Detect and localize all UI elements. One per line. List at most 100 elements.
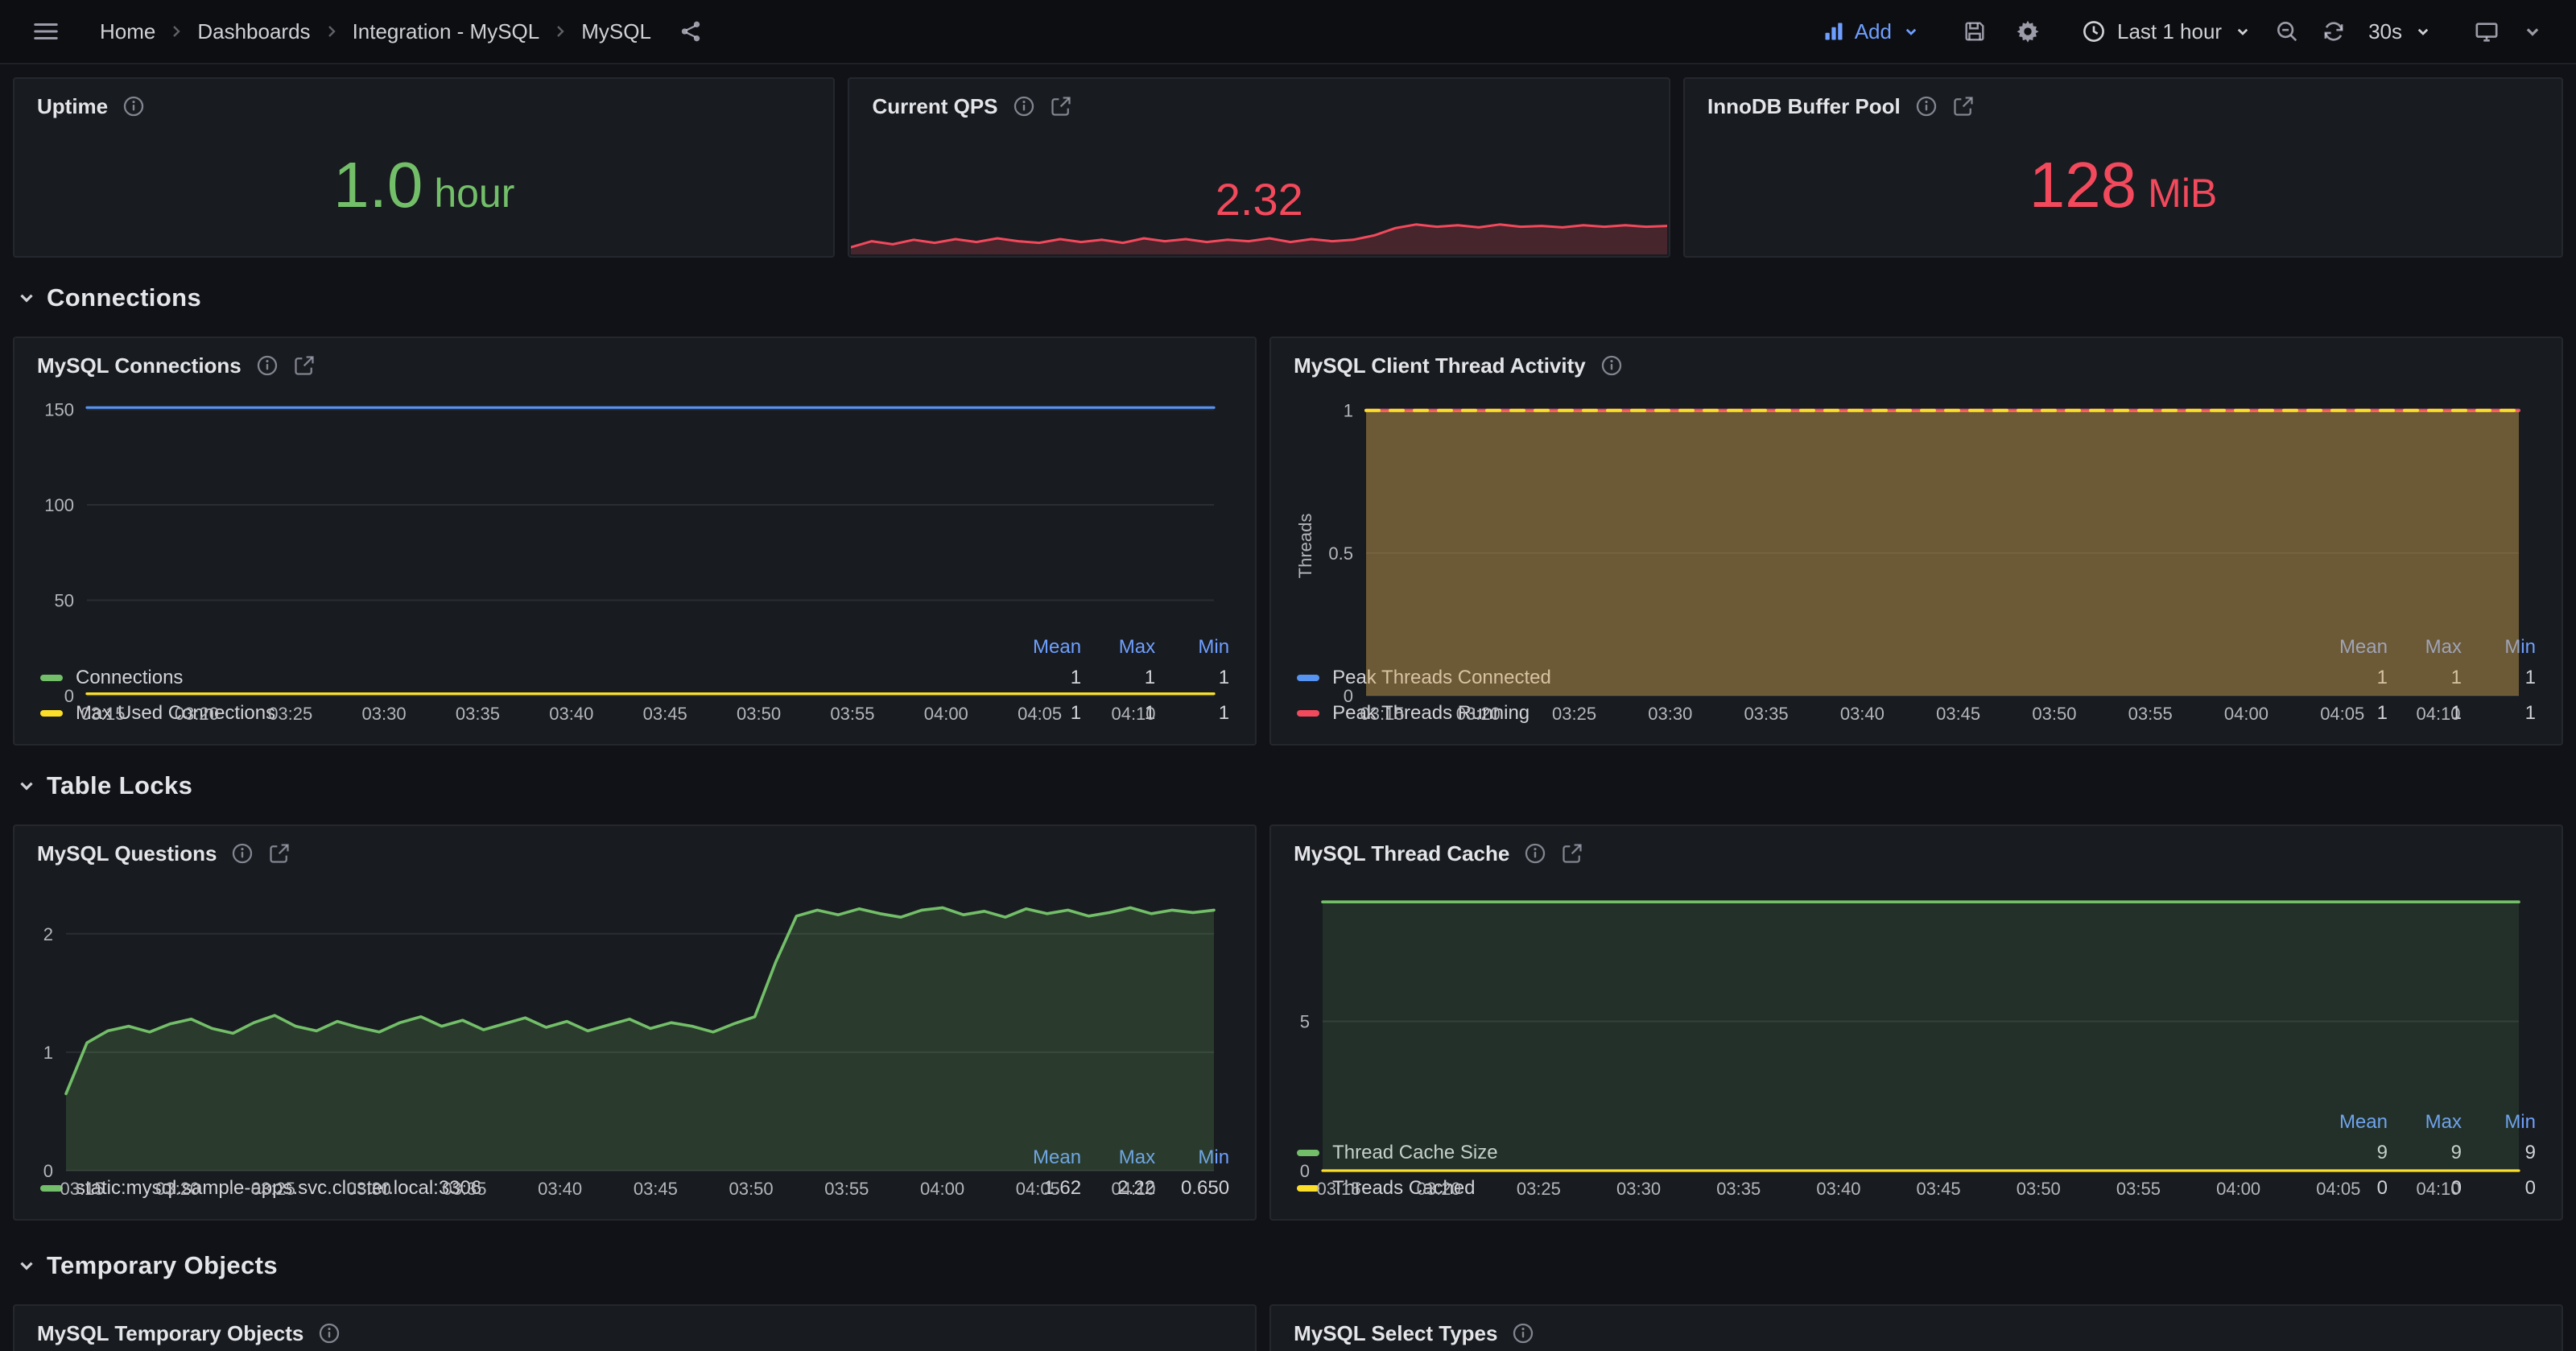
svg-text:100: 100 [44, 495, 74, 515]
svg-text:03:15: 03:15 [1317, 1179, 1361, 1199]
svg-text:50: 50 [55, 591, 74, 611]
svg-text:03:15: 03:15 [80, 704, 125, 724]
svg-text:04:05: 04:05 [2316, 1179, 2360, 1199]
external-link-icon[interactable] [1952, 95, 1975, 118]
svg-text:0: 0 [43, 1161, 53, 1181]
collapse-toolbar-button[interactable] [2512, 14, 2553, 49]
chart-canvas: 05010015003:1503:2003:2503:3003:3503:400… [37, 383, 1233, 731]
svg-text:03:40: 03:40 [1816, 1179, 1860, 1199]
panel-title[interactable]: MySQL Client Thread Activity [1294, 353, 1586, 378]
external-link-icon[interactable] [293, 354, 316, 377]
tv-mode-button[interactable] [2465, 13, 2508, 50]
external-link-icon[interactable] [1050, 95, 1072, 118]
panel-title[interactable]: InnoDB Buffer Pool [1707, 94, 1901, 119]
svg-text:04:10: 04:10 [1111, 704, 1155, 724]
chevron-down-icon [1901, 22, 1921, 41]
info-icon[interactable] [1915, 95, 1938, 118]
external-link-icon[interactable] [268, 842, 291, 865]
client-thread-activity-chart[interactable]: 00.5103:1503:2003:2503:3003:3503:4003:45… [1294, 383, 2539, 634]
row-connections-panels: MySQL Connections 05010015003:1503:2003:… [13, 337, 2563, 746]
svg-text:03:35: 03:35 [1716, 1179, 1761, 1199]
panel-title[interactable]: MySQL Connections [37, 353, 242, 378]
svg-text:04:10: 04:10 [2417, 704, 2461, 724]
mysql-questions-chart[interactable]: 01203:1503:2003:2503:3003:3503:4003:4503… [37, 871, 1232, 1145]
add-button[interactable]: Add [1813, 13, 1930, 51]
panel-innodb-buffer-pool: InnoDB Buffer Pool 128 MiB [1683, 77, 2563, 258]
chevron-down-icon [2413, 22, 2433, 41]
panel-uptime: Uptime 1.0 hour [13, 77, 835, 258]
monitor-icon [2475, 19, 2499, 43]
info-icon[interactable] [1524, 842, 1546, 865]
svg-text:1: 1 [1344, 401, 1353, 421]
svg-text:03:20: 03:20 [155, 1179, 200, 1199]
svg-text:0.5: 0.5 [1329, 543, 1354, 564]
share-dashboard-button[interactable] [669, 13, 712, 50]
info-icon[interactable] [122, 95, 145, 118]
svg-text:Threads: Threads [1295, 514, 1315, 579]
menu-toggle-button[interactable] [23, 11, 69, 52]
svg-text:04:05: 04:05 [2320, 704, 2364, 724]
panel-title[interactable]: Uptime [37, 94, 108, 119]
time-range-picker[interactable]: Last 1 hour [2072, 13, 2262, 51]
refresh-button[interactable] [2312, 13, 2355, 50]
panel-mysql-thread-cache: MySQL Thread Cache 0503:1503:2003:2503:3… [1269, 824, 2563, 1221]
svg-text:03:30: 03:30 [347, 1179, 391, 1199]
chevron-down-icon [2233, 22, 2252, 41]
save-dashboard-button[interactable] [1953, 13, 1996, 50]
zoom-out-time-button[interactable] [2265, 13, 2309, 50]
svg-text:03:25: 03:25 [1552, 704, 1596, 724]
clock-icon [2082, 19, 2106, 43]
svg-text:03:50: 03:50 [737, 704, 781, 724]
stat-unit: MiB [2148, 170, 2217, 217]
svg-text:03:25: 03:25 [1517, 1179, 1561, 1199]
section-title: Temporary Objects [47, 1251, 278, 1280]
section-connections[interactable]: Connections [13, 272, 2563, 324]
panel-title[interactable]: MySQL Temporary Objects [37, 1321, 303, 1346]
stat-value: 128 [2029, 153, 2136, 217]
svg-text:1: 1 [43, 1043, 53, 1063]
breadcrumb-integration-mysql[interactable]: Integration - MySQL [345, 16, 548, 48]
panel-header: MySQL Select Types [1294, 1316, 2539, 1351]
panel-header: Current QPS [872, 89, 1646, 124]
top-navbar: Home Dashboards Integration - MySQL MySQ… [0, 0, 2576, 64]
section-table-locks[interactable]: Table Locks [13, 760, 2563, 812]
panel-title[interactable]: Current QPS [872, 94, 997, 119]
panel-mysql-questions: MySQL Questions 01203:1503:2003:2503:300… [13, 824, 1257, 1221]
row-table-locks-panels: MySQL Questions 01203:1503:2003:2503:300… [13, 824, 2563, 1221]
svg-text:03:35: 03:35 [442, 1179, 486, 1199]
info-icon[interactable] [1512, 1322, 1534, 1345]
chart-canvas: 01203:1503:2003:2503:3003:3503:4003:4503… [37, 871, 1233, 1206]
chevron-right-icon [551, 22, 570, 41]
chevron-right-icon [322, 22, 341, 41]
refresh-interval-picker[interactable]: 30s [2359, 13, 2442, 51]
panel-header: MySQL Thread Cache [1294, 836, 2539, 871]
svg-text:04:10: 04:10 [2417, 1179, 2461, 1199]
info-icon[interactable] [1600, 354, 1623, 377]
info-icon[interactable] [256, 354, 279, 377]
svg-text:03:55: 03:55 [824, 1179, 869, 1199]
svg-text:03:40: 03:40 [538, 1179, 582, 1199]
chart-canvas [851, 213, 1667, 254]
svg-text:03:15: 03:15 [1360, 704, 1405, 724]
svg-text:03:50: 03:50 [2017, 1179, 2061, 1199]
breadcrumb-dashboards[interactable]: Dashboards [189, 16, 318, 48]
panel-title[interactable]: MySQL Thread Cache [1294, 841, 1509, 866]
svg-text:03:15: 03:15 [60, 1179, 104, 1199]
svg-text:03:45: 03:45 [643, 704, 687, 724]
section-temporary-objects[interactable]: Temporary Objects [13, 1240, 2563, 1291]
mysql-thread-cache-chart[interactable]: 0503:1503:2003:2503:3003:3503:4003:4503:… [1294, 871, 2539, 1109]
breadcrumb-home[interactable]: Home [92, 16, 163, 48]
panel-title[interactable]: MySQL Questions [37, 841, 217, 866]
svg-text:03:40: 03:40 [549, 704, 593, 724]
info-icon[interactable] [1013, 95, 1035, 118]
stat-body: 1.0 hour [37, 124, 811, 246]
panel-title[interactable]: MySQL Select Types [1294, 1321, 1497, 1346]
panel-mysql-select-types: MySQL Select Types [1269, 1304, 2563, 1351]
section-title: Table Locks [47, 771, 192, 800]
refresh-icon [2322, 19, 2346, 43]
external-link-icon[interactable] [1561, 842, 1583, 865]
info-icon[interactable] [231, 842, 254, 865]
info-icon[interactable] [318, 1322, 341, 1345]
dashboard-settings-button[interactable] [2006, 13, 2050, 50]
mysql-connections-chart[interactable]: 05010015003:1503:2003:2503:3003:3503:400… [37, 383, 1232, 634]
